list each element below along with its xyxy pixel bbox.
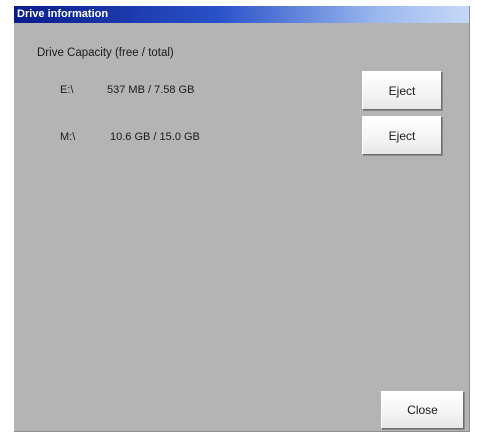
eject-e-button[interactable]: Eject [362, 71, 442, 110]
close-button-label: Close [407, 403, 438, 417]
dialog-title: Drive information [17, 8, 109, 20]
eject-m-button-label: Eject [388, 128, 416, 143]
drive-capacity-e: 537 MB / 7.58 GB [107, 84, 195, 96]
eject-e-button-label: Eject [388, 83, 416, 98]
drive-capacity-heading: Drive Capacity (free / total) [37, 47, 174, 59]
drive-letter-m: M:\ [60, 131, 76, 143]
eject-m-button[interactable]: Eject [362, 116, 442, 155]
close-button[interactable]: Close [381, 391, 464, 429]
drive-letter-e: E:\ [60, 84, 74, 96]
dialog-titlebar: Drive information [14, 6, 469, 23]
drive-capacity-m: 10.6 GB / 15.0 GB [110, 131, 200, 143]
drive-information-dialog: Drive information Drive Capacity (free /… [14, 6, 470, 432]
